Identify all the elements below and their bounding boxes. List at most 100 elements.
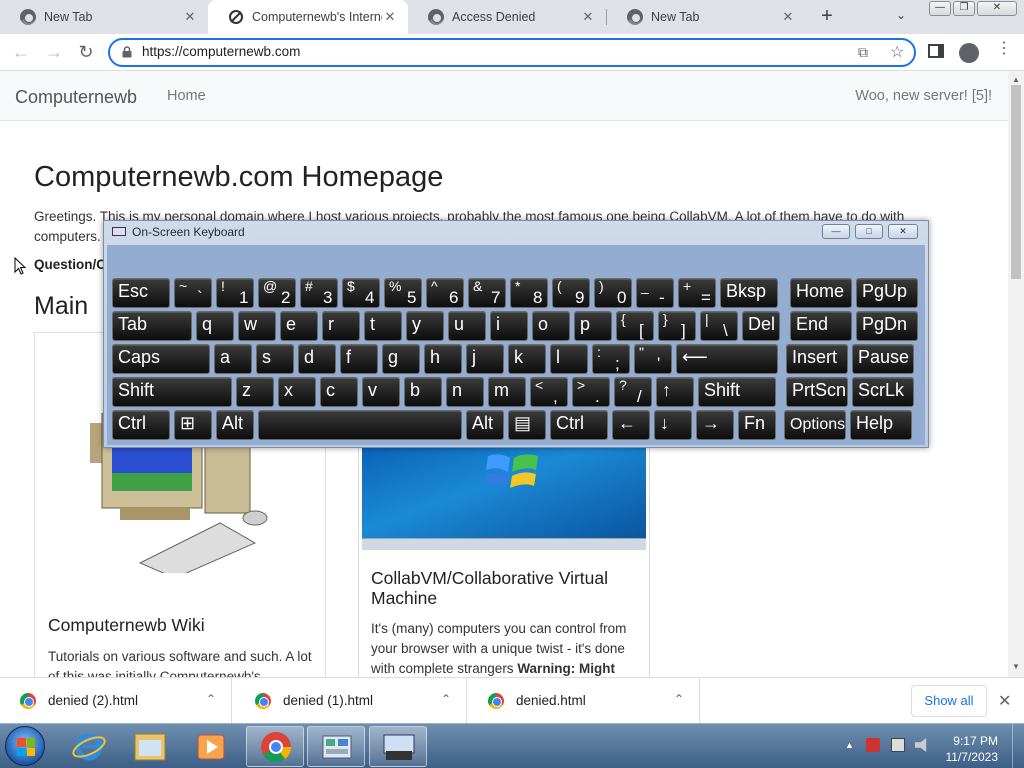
osk-key-k[interactable]: k	[508, 344, 546, 374]
action-center-flag-icon[interactable]	[866, 738, 880, 752]
clock-time[interactable]: 9:17 PM	[952, 734, 998, 748]
taskbar-control-panel[interactable]	[307, 726, 365, 767]
osk-key-prtscn[interactable]: PrtScn	[786, 377, 848, 407]
osk-key-7[interactable]: & 7	[468, 278, 506, 308]
page-scrollbar[interactable]: ▲ ▼	[1008, 71, 1024, 677]
osk-key-3[interactable]: #3	[300, 278, 338, 308]
osk-key-y[interactable]: y	[406, 311, 444, 341]
osk-key-alt[interactable]: Alt	[466, 410, 504, 440]
osk-key-8[interactable]: * 8	[510, 278, 548, 308]
osk-minimize-button[interactable]: —	[822, 224, 850, 239]
tab-computernewb[interactable]: Computernewb's Internet ✕	[208, 0, 408, 34]
osk-key-pause[interactable]: Pause	[852, 344, 914, 374]
tab-new-tab-1[interactable]: New Tab ✕	[0, 0, 208, 34]
taskbar-on-screen-keyboard[interactable]	[369, 726, 427, 767]
show-all-button[interactable]: Show all	[911, 685, 987, 717]
osk-key-q[interactable]: q	[196, 311, 234, 341]
osk-key-←[interactable]: ←	[612, 410, 650, 440]
osk-close-button[interactable]: ✕	[888, 224, 918, 239]
share-icon[interactable]: ⧉	[858, 44, 868, 61]
new-tab-button[interactable]: +	[816, 6, 838, 28]
reload-icon[interactable]: ↻	[75, 42, 97, 64]
start-button[interactable]	[5, 726, 45, 766]
osk-key-d[interactable]: d	[298, 344, 336, 374]
osk-key-ctrl[interactable]: Ctrl	[550, 410, 608, 440]
close-icon[interactable]: ✕	[382, 9, 398, 25]
osk-key-tab[interactable]: Tab	[112, 311, 192, 341]
osk-key-ctrl[interactable]: Ctrl	[112, 410, 170, 440]
osk-key-▤[interactable]: ▤	[508, 410, 546, 440]
window-close-button[interactable]: ✕	[977, 1, 1017, 16]
osk-key-esc[interactable]: Esc	[112, 278, 170, 308]
close-icon[interactable]: ✕	[998, 691, 1011, 711]
osk-maximize-button[interactable]: □	[855, 224, 883, 239]
osk-key-⟵[interactable]: ⟵	[676, 344, 778, 374]
osk-key-backslash[interactable]: | \	[700, 311, 738, 341]
close-icon[interactable]: ✕	[780, 9, 796, 25]
clock-date[interactable]: 11/7/2023	[942, 750, 999, 764]
osk-key-scrlk[interactable]: ScrLk	[852, 377, 914, 407]
site-brand[interactable]: Computernewb	[15, 87, 137, 108]
download-item[interactable]: denied (2).html ⌃	[0, 678, 232, 724]
osk-key-0[interactable]: ) 0	[594, 278, 632, 308]
osk-key-[[interactable]: {[	[616, 311, 654, 341]
osk-key-caps[interactable]: Caps	[112, 344, 210, 374]
osk-key-end[interactable]: End	[790, 311, 852, 341]
taskbar-media-player[interactable]	[182, 726, 240, 767]
show-desktop-button[interactable]	[1012, 724, 1024, 768]
osk-key-z[interactable]: z	[236, 377, 274, 407]
osk-key-'[interactable]: " '	[634, 344, 672, 374]
profile-avatar-icon[interactable]	[959, 43, 979, 63]
osk-key-g[interactable]: g	[382, 344, 420, 374]
osk-key-fn[interactable]: Fn	[738, 410, 776, 440]
osk-key-↑[interactable]: ↑	[656, 377, 694, 407]
osk-key-shift[interactable]: Shift	[698, 377, 776, 407]
osk-key-n[interactable]: n	[446, 377, 484, 407]
taskbar-internet-explorer[interactable]	[60, 726, 118, 767]
osk-key-pgdn[interactable]: PgDn	[856, 311, 918, 341]
osk-key-alt[interactable]: Alt	[216, 410, 254, 440]
osk-key-2[interactable]: @2	[258, 278, 296, 308]
osk-key-,[interactable]: <,	[530, 377, 568, 407]
osk-key-;[interactable]: :;	[592, 344, 630, 374]
osk-key-pgup[interactable]: PgUp	[856, 278, 918, 308]
tab-new-tab-2[interactable]: New Tab ✕	[607, 0, 806, 34]
osk-key-l[interactable]: l	[550, 344, 588, 374]
minimize-button[interactable]: —	[929, 1, 951, 16]
osk-key-↓[interactable]: ↓	[654, 410, 692, 440]
address-bar[interactable]: ⧉ ☆	[108, 38, 916, 67]
osk-key-f[interactable]: f	[340, 344, 378, 374]
chevron-up-icon[interactable]: ⌃	[206, 692, 216, 706]
osk-key-j[interactable]: j	[466, 344, 504, 374]
osk-key-/[interactable]: ? /	[614, 377, 652, 407]
taskbar-explorer[interactable]	[121, 726, 179, 767]
osk-key-1[interactable]: ! 1	[216, 278, 254, 308]
chevron-up-icon[interactable]: ⌃	[441, 692, 451, 706]
kebab-menu-icon[interactable]: ⋮	[996, 41, 1012, 57]
lock-icon[interactable]	[122, 46, 132, 58]
osk-key-e[interactable]: e	[280, 311, 318, 341]
osk-key-4[interactable]: $4	[342, 278, 380, 308]
nav-home-link[interactable]: Home	[167, 88, 206, 104]
taskbar-chrome[interactable]	[246, 726, 304, 767]
osk-titlebar[interactable]: On-Screen Keyboard — □ ✕	[104, 221, 928, 243]
osk-key-x[interactable]: x	[278, 377, 316, 407]
osk-key-=[interactable]: + =	[678, 278, 716, 308]
url-input[interactable]	[142, 44, 742, 59]
side-panel-icon[interactable]	[928, 44, 944, 58]
scroll-up-icon[interactable]: ▲	[1012, 75, 1020, 84]
osk-key-6[interactable]: ^ 6	[426, 278, 464, 308]
download-item[interactable]: denied (1).html ⌃	[235, 678, 467, 724]
osk-key-.[interactable]: >.	[572, 377, 610, 407]
osk-key-help[interactable]: Help	[850, 410, 912, 440]
download-item[interactable]: denied.html ⌃	[468, 678, 700, 724]
osk-key-bksp[interactable]: Bksp	[720, 278, 778, 308]
osk-key-9[interactable]: (9	[552, 278, 590, 308]
osk-key-v[interactable]: v	[362, 377, 400, 407]
osk-key-5[interactable]: % 5	[384, 278, 422, 308]
close-icon[interactable]: ✕	[580, 9, 596, 25]
osk-key-][interactable]: }]	[658, 311, 696, 341]
osk-key-h[interactable]: h	[424, 344, 462, 374]
osk-key-t[interactable]: t	[364, 311, 402, 341]
close-icon[interactable]: ✕	[182, 9, 198, 25]
